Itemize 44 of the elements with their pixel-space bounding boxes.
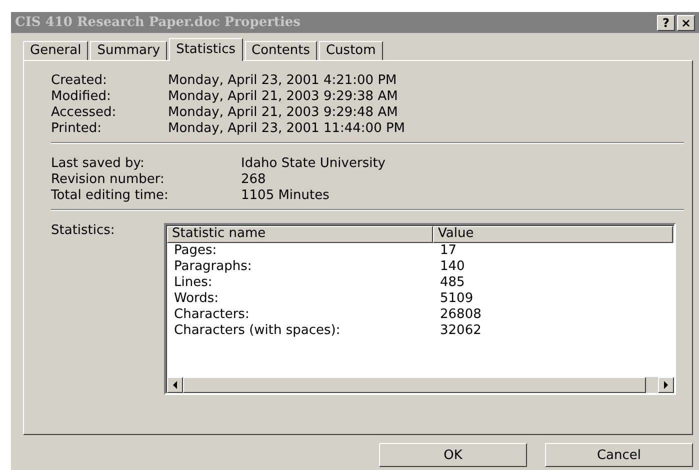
scroll-right-button[interactable]: [658, 377, 674, 393]
field-value: Monday, April 21, 2003 9:29:38 AM: [168, 89, 399, 104]
table-cell: 140: [440, 259, 465, 275]
table-cell-text: Characters (with spaces):: [174, 323, 342, 339]
tab[interactable]: Statistics: [169, 38, 242, 61]
table-cell-text: Words:: [174, 291, 220, 307]
right-arrow-icon: [663, 381, 669, 389]
close-button[interactable]: ×: [677, 14, 695, 30]
field-value: 1105 Minutes: [241, 188, 330, 203]
table-cell: 5109: [440, 291, 474, 307]
field-label: Created:: [51, 73, 108, 88]
field-label: Total editing time:: [51, 188, 170, 203]
tab[interactable]: Custom: [318, 41, 383, 60]
table-cell-text: Paragraphs:: [174, 259, 253, 275]
table-cell-text: Lines:: [174, 275, 214, 291]
table-cell: 32062: [440, 323, 482, 339]
field-value: Monday, April 23, 2001 11:44:00 PM: [168, 121, 406, 136]
field-label: Last saved by:: [51, 156, 146, 171]
dialog-button[interactable]: Cancel: [545, 443, 693, 467]
window-title: CIS 410 Research Paper.doc Properties: [15, 15, 302, 30]
scrollbar-thumb[interactable]: [183, 377, 646, 393]
field-value: 268: [241, 172, 267, 187]
table-cell: 26808: [440, 307, 482, 323]
field-label: Accessed:: [51, 105, 118, 120]
tab[interactable]: Contents: [244, 41, 317, 60]
field-value: Monday, April 23, 2001 4:21:00 PM: [168, 73, 398, 88]
statistics-label: Statistics:: [51, 223, 116, 240]
field-value: Monday, April 21, 2003 9:29:48 AM: [168, 105, 399, 120]
scroll-left-button[interactable]: [167, 377, 183, 393]
table-cell: 17: [440, 243, 457, 259]
table-cell-text: Pages:: [174, 243, 218, 259]
dialog-button[interactable]: OK: [379, 443, 527, 467]
left-arrow-icon: [172, 381, 178, 389]
tab[interactable]: Summary: [90, 41, 168, 60]
field-label: Revision number:: [51, 172, 166, 187]
tab[interactable]: General: [23, 41, 88, 60]
field-label: Printed:: [51, 121, 103, 136]
help-button[interactable]: ?: [657, 14, 675, 30]
table-cell-text: Characters:: [174, 307, 250, 323]
field-label: Modified:: [51, 89, 112, 104]
column-header[interactable]: Statistic name: [167, 226, 433, 243]
table-cell: 485: [440, 275, 465, 291]
field-value: Idaho State University: [241, 156, 386, 171]
column-header[interactable]: Value: [433, 226, 673, 243]
